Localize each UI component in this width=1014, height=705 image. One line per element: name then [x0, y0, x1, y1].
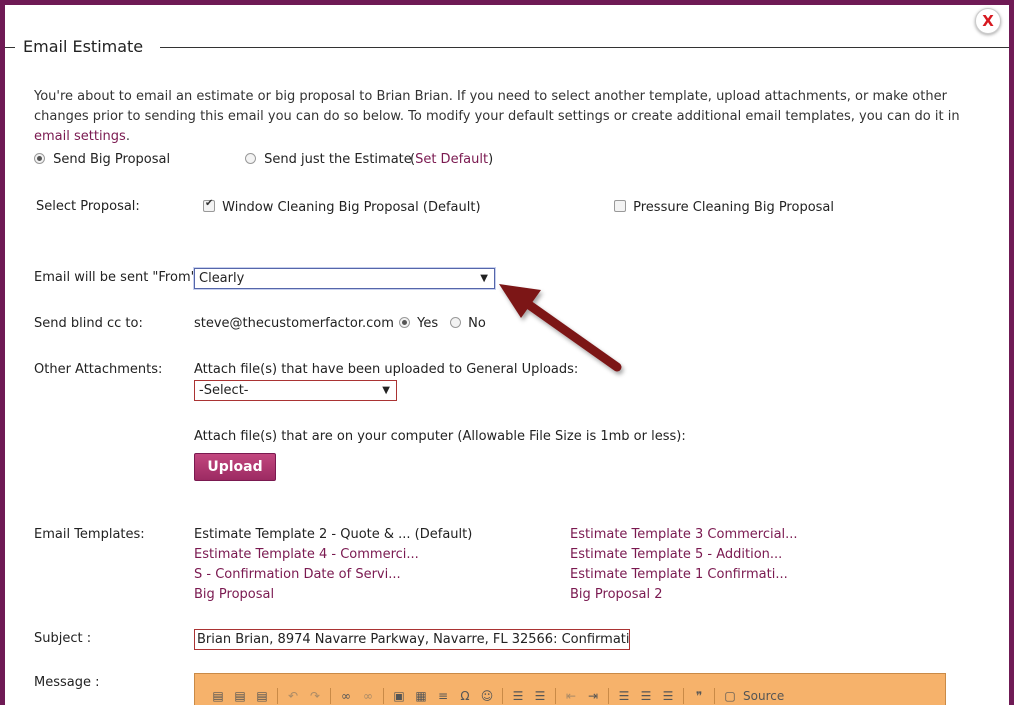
blockquote-icon[interactable]: ❞ — [688, 689, 710, 703]
source-icon[interactable]: ▢ — [719, 689, 741, 703]
bcc-no-label: No — [468, 316, 486, 331]
toolbar-separator — [502, 688, 503, 704]
send-estimate-label: Send just the Estimate — [264, 152, 412, 167]
proposal-pressure-label: Pressure Cleaning Big Proposal — [633, 200, 835, 215]
general-uploads-select[interactable]: -Select- ▼ — [194, 380, 397, 401]
subject-label: Subject : — [34, 631, 92, 646]
template-link[interactable]: Big Proposal 2 — [570, 587, 663, 602]
source-button-label[interactable]: Source — [743, 689, 784, 703]
undo-icon[interactable]: ↶ — [282, 689, 304, 703]
paste-text-icon[interactable]: ▤ — [229, 689, 251, 703]
subject-input[interactable]: Brian Brian, 8974 Navarre Parkway, Navar… — [194, 629, 630, 650]
send-big-proposal-label: Send Big Proposal — [53, 152, 171, 167]
template-link[interactable]: Big Proposal — [194, 587, 274, 602]
toolbar-separator — [277, 688, 278, 704]
table-icon[interactable]: ▦ — [410, 689, 432, 703]
upload-button[interactable]: Upload — [194, 453, 276, 481]
general-uploads-text: Attach file(s) that have been uploaded t… — [194, 362, 579, 377]
proposal-option-pressure[interactable]: Pressure Cleaning Big Proposal — [614, 200, 834, 215]
send-big-proposal-radio[interactable] — [34, 153, 45, 164]
template-link[interactable]: Estimate Template 4 - Commerci... — [194, 547, 419, 562]
toolbar-separator — [330, 688, 331, 704]
bcc-yes-label: Yes — [417, 316, 439, 331]
paste-word-icon[interactable]: ▤ — [251, 689, 273, 703]
set-default-wrapper: (Set Default) — [410, 152, 493, 167]
toolbar-separator — [683, 688, 684, 704]
close-button[interactable]: X — [975, 8, 1001, 34]
arrow-icon — [499, 284, 622, 372]
bcc-no-option[interactable]: No — [450, 316, 486, 331]
toolbar-separator — [555, 688, 556, 704]
bcc-yes-radio[interactable] — [399, 317, 410, 328]
email-estimate-dialog: X Email Estimate You're about to email a… — [5, 5, 1009, 705]
message-editor[interactable]: ▤ ▤ ▤ ↶ ↷ ∞ ∞ ▣ ▦ ≡ Ω ☺ ☰ ☰ ⇤ ⇥ ☰ ☰ ☰ ❞ … — [194, 673, 946, 705]
template-link[interactable]: Estimate Template 2 - Quote & ... (Defau… — [194, 527, 472, 542]
from-select-value: Clearly Services/support@thecustomerfact… — [199, 271, 245, 286]
bcc-no-radio[interactable] — [450, 317, 461, 328]
toolbar-separator — [383, 688, 384, 704]
send-big-proposal-option[interactable]: Send Big Proposal — [34, 152, 170, 167]
general-uploads-select-value: -Select- — [199, 383, 249, 398]
template-link[interactable]: S - Confirmation Date of Servi... — [194, 567, 401, 582]
set-default-paren-close: ) — [488, 152, 494, 167]
computer-upload-text: Attach file(s) that are on your computer… — [194, 429, 686, 444]
bcc-yes-option[interactable]: Yes — [399, 316, 438, 331]
indent-icon[interactable]: ⇥ — [582, 689, 604, 703]
intro-end: . — [125, 129, 130, 144]
bullet-list-icon[interactable]: ☰ — [529, 689, 551, 703]
send-estimate-option[interactable]: Send just the Estimate — [245, 152, 412, 167]
image-icon[interactable]: ▣ — [388, 689, 410, 703]
bcc-label: Send blind cc to: — [34, 316, 143, 331]
chevron-down-icon: ▼ — [480, 273, 488, 284]
unlink-icon[interactable]: ∞ — [357, 689, 379, 703]
toolbar-separator — [714, 688, 715, 704]
align-right-icon[interactable]: ☰ — [657, 689, 679, 703]
message-label: Message : — [34, 675, 100, 690]
send-estimate-radio[interactable] — [245, 153, 256, 164]
link-icon[interactable]: ∞ — [335, 689, 357, 703]
template-link[interactable]: Estimate Template 5 - Addition... — [570, 547, 782, 562]
template-link[interactable]: Estimate Template 3 Commercial... — [570, 527, 798, 542]
proposal-window-label: Window Cleaning Big Proposal (Default) — [222, 200, 481, 215]
legend-line-right — [160, 47, 1009, 48]
dialog-title: Email Estimate — [23, 37, 144, 56]
editor-toolbar: ▤ ▤ ▤ ↶ ↷ ∞ ∞ ▣ ▦ ≡ Ω ☺ ☰ ☰ ⇤ ⇥ ☰ ☰ ☰ ❞ … — [207, 688, 784, 704]
redo-icon[interactable]: ↷ — [304, 689, 326, 703]
intro-text: You're about to email an estimate or big… — [34, 89, 960, 124]
legend-line-left — [5, 47, 15, 48]
template-link[interactable]: Estimate Template 1 Confirmati... — [570, 567, 788, 582]
chevron-down-icon: ▼ — [382, 385, 390, 396]
smiley-icon[interactable]: ☺ — [476, 689, 498, 703]
proposal-window-checkbox[interactable] — [203, 198, 215, 212]
paste-icon[interactable]: ▤ — [207, 689, 229, 703]
outdent-icon[interactable]: ⇤ — [560, 689, 582, 703]
attachments-label: Other Attachments: — [34, 362, 163, 377]
set-default-link[interactable]: Set Default — [415, 152, 488, 167]
special-char-icon[interactable]: Ω — [454, 689, 476, 703]
toolbar-separator — [608, 688, 609, 704]
proposal-pressure-checkbox[interactable] — [614, 200, 626, 212]
bcc-email: steve@thecustomerfactor.com — [194, 316, 394, 331]
intro-paragraph: You're about to email an estimate or big… — [34, 87, 964, 147]
numbered-list-icon[interactable]: ☰ — [507, 689, 529, 703]
from-label: Email will be sent "From": — [34, 270, 201, 285]
email-templates-label: Email Templates: — [34, 527, 145, 542]
email-settings-link[interactable]: email settings — [34, 129, 126, 144]
align-left-icon[interactable]: ☰ — [613, 689, 635, 703]
from-select[interactable]: Clearly Services/support@thecustomerfact… — [194, 268, 495, 289]
horizontal-line-icon[interactable]: ≡ — [432, 689, 454, 703]
proposal-option-window[interactable]: Window Cleaning Big Proposal (Default) — [203, 198, 481, 215]
align-center-icon[interactable]: ☰ — [635, 689, 657, 703]
select-proposal-label: Select Proposal: — [36, 199, 140, 214]
